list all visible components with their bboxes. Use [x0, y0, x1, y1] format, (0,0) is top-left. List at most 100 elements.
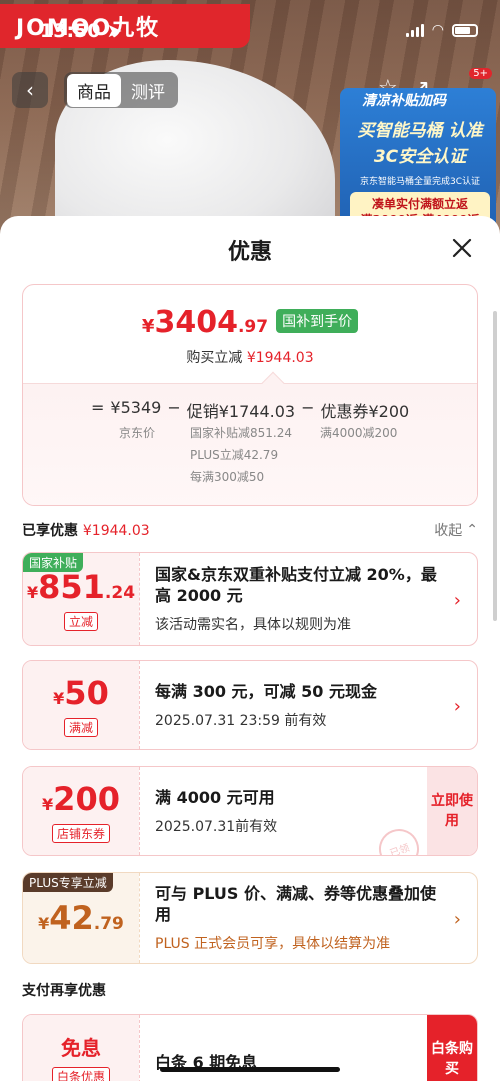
coupon-type-chip: 店铺东券 — [51, 823, 110, 843]
discount-sheet: 优惠 ¥3404.97 国补到手价 购买立减 ¥1944.03 = ¥5349 … — [0, 216, 500, 1081]
cellular-signal-icon — [405, 23, 424, 37]
coupon-amount: ¥851.24 — [27, 568, 135, 606]
final-price-line: ¥3404.97 国补到手价 — [23, 305, 477, 340]
battery-icon — [452, 23, 478, 37]
formula-coupon: 优惠券¥200 — [320, 402, 410, 421]
coupon-national-subsidy[interactable]: ¥851.24 立减 国家补贴 国家&京东双重补贴支付立减 20%，最高 200… — [22, 552, 478, 646]
coupon-divider — [139, 661, 140, 749]
coupon-amount: ¥42.79 — [38, 899, 124, 937]
coupon-currency: ¥ — [26, 582, 39, 602]
coupon-breakdown: 满4000减200 — [320, 422, 397, 444]
formula-equals: = — [91, 398, 105, 417]
coupon-amount-integer: 200 — [53, 779, 120, 818]
final-price-integer: 3404 — [154, 305, 238, 340]
price-summary-card: ¥3404.97 国补到手价 购买立减 ¥1944.03 = ¥5349 − 促… — [22, 284, 478, 506]
coupon-corner-tag: PLUS专享立减 — [23, 873, 113, 892]
coupon-divider — [139, 767, 140, 855]
coupon-amount: ¥50 — [53, 674, 109, 712]
status-bar-time: 13:50 ➤ — [40, 20, 122, 42]
brand-banner: JOMOO九牧 — [0, 4, 250, 48]
chevron-up-icon: ⌃ — [466, 522, 478, 538]
baitiao-buy-button[interactable]: 白条购买 — [427, 1015, 477, 1081]
coupon-body: 国家&京东双重补贴支付立减 20%，最高 2000 元 该活动需实名，具体以规则… — [155, 553, 437, 645]
coupon-body: 可与 PLUS 价、满减、券等优惠叠加使用 PLUS 正式会员可享，具体以结算为… — [155, 873, 437, 963]
enjoyed-value: ¥1944.03 — [82, 523, 150, 539]
promo-item: 每满300减50 — [190, 470, 265, 484]
location-arrow-icon: ➤ — [106, 20, 123, 42]
collapse-toggle[interactable]: 收起 ⌃ — [434, 520, 478, 540]
tab-review[interactable]: 测评 — [121, 74, 175, 107]
coupon-title: 国家&京东双重补贴支付立减 20%，最高 2000 元 — [155, 565, 437, 605]
enjoyed-label: 已享优惠 — [22, 523, 78, 539]
coupon-amount-panel: 免息 白条优惠 — [23, 1015, 139, 1081]
coupon-title: 可与 PLUS 价、满减、券等优惠叠加使用 — [155, 884, 437, 924]
coupon-corner-tag: 国家补贴 — [23, 553, 84, 572]
promo-item: PLUS立减42.79 — [190, 448, 279, 462]
coupon-description: 2025.07.31 23:59 前有效 — [155, 712, 327, 729]
product-page-background: JOMOO九牧 13:50 ➤ ◠ ‹ 商品 测评 ☆ ↗ 5+ 清凉补贴加码 … — [0, 0, 500, 240]
coupon-body: 每满 300 元，可减 50 元现金 2025.07.31 23:59 前有效 — [155, 661, 437, 749]
coupon-amount-integer: 50 — [64, 673, 109, 712]
coupon-currency: ¥ — [53, 688, 65, 708]
reduction-value: ¥1944.03 — [246, 350, 314, 366]
chevron-left-icon: ‹ — [26, 78, 34, 102]
final-price-decimal: .97 — [237, 317, 269, 337]
promo-item: 国家补贴减851.24 — [190, 426, 292, 440]
coupon-amount-panel: ¥200 店铺东券 — [23, 767, 139, 855]
coupon-amount-integer: 42 — [49, 899, 94, 937]
wifi-icon: ◠ — [431, 22, 444, 38]
coupon-description: PLUS 正式会员可享，具体以结算为准 — [155, 936, 391, 952]
collapse-label: 收起 — [434, 523, 463, 539]
final-price: ¥3404.97 — [142, 305, 268, 340]
use-now-button[interactable]: 立即使用 — [427, 767, 477, 855]
chevron-right-icon: › — [453, 696, 461, 717]
coupon-currency: ¥ — [42, 794, 54, 814]
status-time-label: 13:50 — [40, 20, 101, 42]
close-icon[interactable] — [448, 234, 476, 262]
coupon-item: 满4000减200 — [320, 426, 398, 440]
formula-minus-2: − — [301, 398, 315, 417]
coupon-type-chip: 满减 — [63, 717, 98, 737]
coupon-currency: ¥ — [38, 914, 50, 933]
formula-minus-1: − — [167, 398, 181, 417]
sheet-scrollbar[interactable] — [493, 311, 497, 621]
home-indicator — [160, 1067, 340, 1072]
coupon-amount-decimal: .24 — [104, 582, 136, 603]
coupon-amount-panel: ¥50 满减 — [23, 661, 139, 749]
tab-product[interactable]: 商品 — [67, 73, 121, 107]
coupon-amount-integer: 851 — [38, 567, 105, 606]
coupon-divider — [139, 1015, 140, 1081]
coupon-title: 每满 300 元，可减 50 元现金 — [155, 681, 377, 701]
promo-box-line1: 凑单实付满额立返 — [371, 197, 468, 211]
price-breakdown: = ¥5349 − 促销¥1744.03 − 优惠券¥200 京东价 国家补贴减… — [23, 383, 477, 505]
promo-banner[interactable]: 清凉补贴加码 买智能马桶 认准3C安全认证 京东智能马桶全量完成3C认证 凑单实… — [340, 70, 500, 240]
back-button[interactable]: ‹ — [12, 72, 48, 108]
coupon-title: 满 4000 元可用 — [155, 787, 275, 807]
coupon-type-chip: 白条优惠 — [51, 1067, 110, 1081]
coupon-full-reduction[interactable]: ¥50 满减 每满 300 元，可减 50 元现金 2025.07.31 23:… — [22, 660, 478, 750]
promo-title: 清凉补贴加码 — [362, 93, 446, 109]
reduction-label: 购买立减 — [186, 350, 243, 366]
sheet-title: 优惠 — [227, 240, 272, 265]
enjoyed-discounts-heading: 已享优惠 ¥1944.03 — [22, 520, 150, 540]
gov-subsidy-price-tag: 国补到手价 — [276, 309, 359, 333]
final-price-currency: ¥ — [141, 316, 155, 337]
purchase-reduction-line: 购买立减 ¥1944.03 — [23, 347, 477, 367]
coupon-description: 该活动需实名，具体以规则为准 — [155, 617, 351, 633]
payment-discounts-heading: 支付再享优惠 — [22, 983, 106, 999]
coupon-amount: ¥200 — [42, 780, 120, 818]
price-summary-top: ¥3404.97 国补到手价 购买立减 ¥1944.03 — [23, 285, 477, 383]
coupon-shop: ¥200 店铺东券 满 4000 元可用 2025.07.31前有效 已领 立即… — [22, 766, 478, 856]
chevron-right-icon: › — [453, 590, 461, 611]
coupon-amount-decimal: .79 — [93, 914, 124, 934]
coupon-plus-member[interactable]: ¥42.79 PLUS专享立减 可与 PLUS 价、满减、券等优惠叠加使用 PL… — [22, 872, 478, 964]
formula-base-price: ¥5349 — [110, 398, 162, 417]
price-formula: = ¥5349 − 促销¥1744.03 − 优惠券¥200 — [91, 398, 409, 422]
coupon-amount: 免息 — [61, 1036, 101, 1060]
status-bar-indicators: ◠ — [405, 22, 478, 38]
promo-main-text: 买智能马桶 认准3C安全认证 — [357, 121, 483, 167]
formula-promo: 促销¥1744.03 — [186, 402, 296, 421]
coupon-type-chip: 立减 — [63, 611, 98, 631]
coupon-divider — [139, 553, 140, 645]
chevron-right-icon: › — [453, 909, 461, 930]
